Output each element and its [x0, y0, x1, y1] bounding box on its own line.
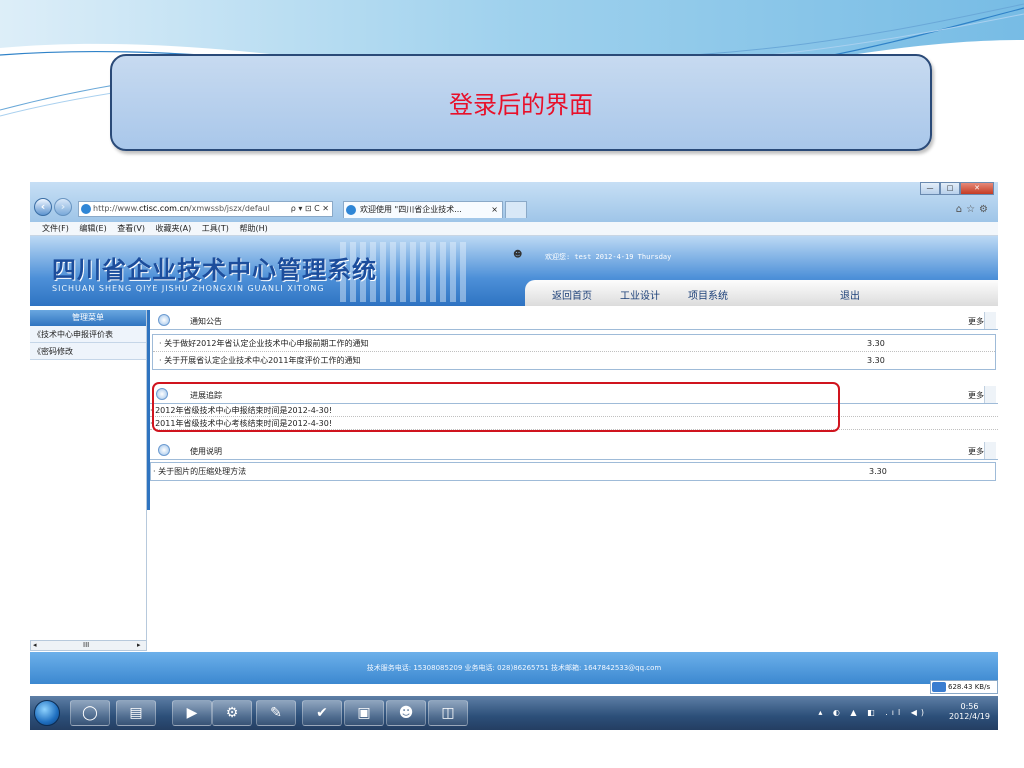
- section-instructions: 使用说明 更多 · 关于图片的压缩处理方法 3.30: [150, 440, 998, 481]
- tools-taskbar-icon[interactable]: ⚙: [212, 700, 252, 726]
- site-logo-english: SICHUAN SHENG QIYE JISHU ZHONGXIN GUANLI…: [52, 284, 325, 293]
- instructions-list: · 关于图片的压缩处理方法 3.30: [150, 462, 996, 481]
- section-title: 通知公告: [190, 317, 222, 326]
- menu-bar: 文件(F) 编辑(E) 查看(V) 收藏夹(A) 工具(T) 帮助(H): [30, 222, 998, 236]
- section-header: 使用说明 更多: [150, 440, 998, 460]
- menu-view[interactable]: 查看(V): [117, 224, 145, 233]
- browser-screenshot: ‹ › http://www.ctisc.com.cn/xmwssb/jszx/…: [30, 182, 998, 730]
- tray-icons[interactable]: ▴ ◐ ▲ ◧ .ıl ◀): [818, 708, 928, 717]
- user-icon: ☻: [513, 250, 523, 260]
- tab-title: 欢迎使用 "四川省企业技术...: [360, 205, 462, 214]
- menu-help[interactable]: 帮助(H): [239, 224, 267, 233]
- minimize-button[interactable]: —: [920, 182, 940, 195]
- section-notices: 通知公告 更多 · 关于做好2012年省认定企业技术中心申报前期工作的通知 3.3…: [150, 310, 998, 370]
- scroll-right-arrow[interactable]: ▸: [137, 641, 141, 650]
- main-content: 通知公告 更多 · 关于做好2012年省认定企业技术中心申报前期工作的通知 3.3…: [150, 306, 998, 646]
- qq-taskbar-icon[interactable]: ☻: [386, 700, 426, 726]
- browser-chrome: ‹ › http://www.ctisc.com.cn/xmwssb/jszx/…: [30, 182, 998, 222]
- sidebar-header: 管理菜单: [30, 310, 146, 326]
- section-title: 使用说明: [190, 447, 222, 456]
- close-button[interactable]: ✕: [960, 182, 994, 195]
- maximize-button[interactable]: □: [940, 182, 960, 195]
- new-tab-button[interactable]: [505, 201, 527, 218]
- sidebar: 管理菜单 《技术中心申报评价表 《密码修改: [30, 310, 147, 640]
- more-link[interactable]: 更多: [968, 446, 984, 457]
- sidebar-item-change-password[interactable]: 《密码修改: [30, 343, 146, 360]
- taskbar: ◯ ▤ ▶ ⚙ ✎ ✔ ▣ ☻ ◫ ▴ ◐ ▲ ◧ .ıl ◀) 0:56 20…: [30, 696, 998, 730]
- slide: 登录后的界面 ‹ › http://www.ctisc.com.cn/xmwss…: [0, 0, 1024, 768]
- section-header: 通知公告 更多: [150, 310, 998, 330]
- scroll-left-arrow[interactable]: ◂: [33, 641, 37, 650]
- explorer-taskbar-icon[interactable]: ▤: [116, 700, 156, 726]
- menu-edit[interactable]: 编辑(E): [79, 224, 106, 233]
- menu-file[interactable]: 文件(F): [42, 224, 69, 233]
- more-link[interactable]: 更多: [968, 316, 984, 327]
- tab-close-icon[interactable]: ×: [491, 202, 498, 218]
- window-controls: — □ ✕: [920, 182, 994, 195]
- slide-title-box: 登录后的界面: [110, 54, 932, 151]
- clock-time: 0:56: [960, 702, 979, 711]
- more-tab: [984, 386, 996, 403]
- nav-industrial-design[interactable]: 工业设计: [620, 287, 660, 302]
- site-footer: 技术服务电话: 15308085209 业务电话: 028)86265751 技…: [30, 652, 998, 684]
- slide-title: 登录后的界面: [449, 91, 593, 119]
- clock[interactable]: 0:56 2012/4/19: [949, 702, 990, 722]
- list-item[interactable]: · 关于图片的压缩处理方法 3.30: [151, 463, 995, 480]
- more-link[interactable]: 更多: [968, 390, 984, 401]
- menu-tools[interactable]: 工具(T): [202, 224, 229, 233]
- speed-indicator: 628.43 KB/s: [930, 680, 998, 694]
- nav-home[interactable]: 返回首页: [552, 287, 592, 302]
- menu-favorites[interactable]: 收藏夹(A): [156, 224, 192, 233]
- top-navigation: 返回首页 工业设计 项目系统 退出: [525, 280, 998, 306]
- notice-list: · 关于做好2012年省认定企业技术中心申报前期工作的通知 3.30 · 关于开展…: [152, 334, 996, 370]
- app-taskbar-icon[interactable]: ✔: [302, 700, 342, 726]
- site-banner: 四川省企业技术中心管理系统 SICHUAN SHENG QIYE JISHU Z…: [30, 236, 998, 306]
- sidebar-item-evaluation-form[interactable]: 《技术中心申报评价表: [30, 326, 146, 343]
- scroll-thumb[interactable]: III: [83, 641, 89, 650]
- address-controls[interactable]: ρ ▾ ⊡ C ✕: [291, 202, 329, 216]
- media-taskbar-icon[interactable]: ▶: [172, 700, 212, 726]
- start-button[interactable]: [34, 700, 60, 726]
- list-item[interactable]: · 关于做好2012年省认定企业技术中心申报前期工作的通知 3.30: [153, 335, 995, 352]
- welcome-text: 欢迎您: test 2012-4-19 Thursday: [545, 253, 672, 261]
- home-favorites-tools-icons[interactable]: ⌂☆⚙: [956, 204, 992, 215]
- powerpoint-taskbar-icon[interactable]: ◫: [428, 700, 468, 726]
- section-icon: [158, 444, 170, 456]
- forward-button[interactable]: ›: [54, 198, 72, 216]
- address-bar[interactable]: http://www.ctisc.com.cn/xmwssb/jszx/defa…: [78, 201, 333, 217]
- browser-tab[interactable]: 欢迎使用 "四川省企业技术... ×: [343, 201, 503, 218]
- more-tab: [984, 312, 996, 329]
- ie-taskbar-icon[interactable]: ◯: [70, 700, 110, 726]
- site-logo: 四川省企业技术中心管理系统: [52, 256, 377, 284]
- nav-project-system[interactable]: 项目系统: [688, 287, 728, 302]
- clock-date: 2012/4/19: [948, 712, 990, 721]
- list-item[interactable]: · 关于开展省认定企业技术中心2011年度评价工作的通知 3.30: [153, 352, 995, 369]
- speed-icon: [932, 682, 946, 692]
- back-button[interactable]: ‹: [34, 198, 52, 216]
- tab-ie-icon: [346, 205, 356, 215]
- nav-logout[interactable]: 退出: [840, 287, 860, 302]
- sidebar-horizontal-scrollbar[interactable]: ◂ III ▸: [30, 640, 147, 651]
- paint-taskbar-icon[interactable]: ✎: [256, 700, 296, 726]
- section-icon: [158, 314, 170, 326]
- screen-taskbar-icon[interactable]: ▣: [344, 700, 384, 726]
- ie-page-icon: [81, 204, 91, 214]
- more-tab: [984, 442, 996, 459]
- highlight-box: [152, 382, 840, 432]
